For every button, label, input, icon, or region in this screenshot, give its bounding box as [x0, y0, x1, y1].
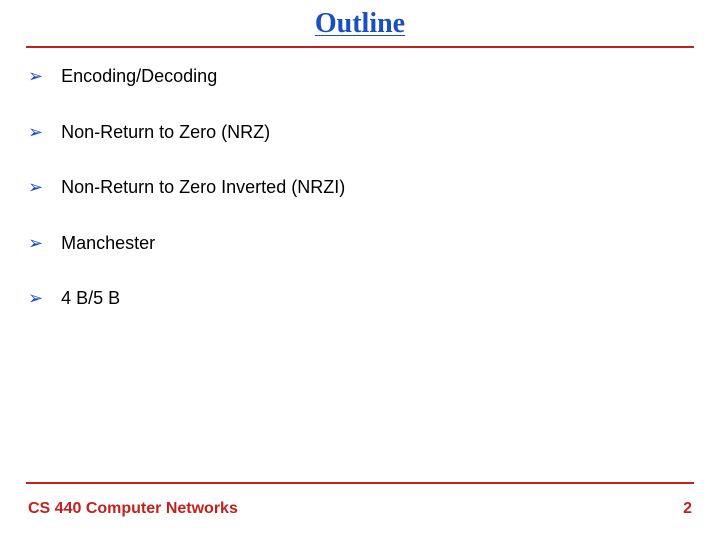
list-item: ➢ Non-Return to Zero Inverted (NRZI) — [28, 177, 692, 199]
list-item-label: Manchester — [61, 233, 155, 255]
page-title: Outline — [28, 8, 692, 40]
rule-bottom — [26, 482, 694, 484]
list-item-label: 4 B/5 B — [61, 288, 120, 310]
list-item: ➢ Manchester — [28, 233, 692, 255]
bullet-icon: ➢ — [28, 288, 43, 310]
bullet-icon: ➢ — [28, 177, 43, 199]
list-item: ➢ Encoding/Decoding — [28, 66, 692, 88]
footer-page-number: 2 — [683, 500, 692, 518]
bullet-icon: ➢ — [28, 233, 43, 255]
list-item-label: Non-Return to Zero (NRZ) — [61, 122, 270, 144]
list-item: ➢ Non-Return to Zero (NRZ) — [28, 122, 692, 144]
list-item-label: Non-Return to Zero Inverted (NRZI) — [61, 177, 345, 199]
bullet-icon: ➢ — [28, 122, 43, 144]
bullet-icon: ➢ — [28, 66, 43, 88]
list-item-label: Encoding/Decoding — [61, 66, 217, 88]
slide: Outline ➢ Encoding/Decoding ➢ Non-Return… — [0, 0, 720, 540]
outline-list: ➢ Encoding/Decoding ➢ Non-Return to Zero… — [28, 66, 692, 310]
list-item: ➢ 4 B/5 B — [28, 288, 692, 310]
rule-top — [26, 46, 694, 48]
footer-course: CS 440 Computer Networks — [28, 500, 238, 518]
